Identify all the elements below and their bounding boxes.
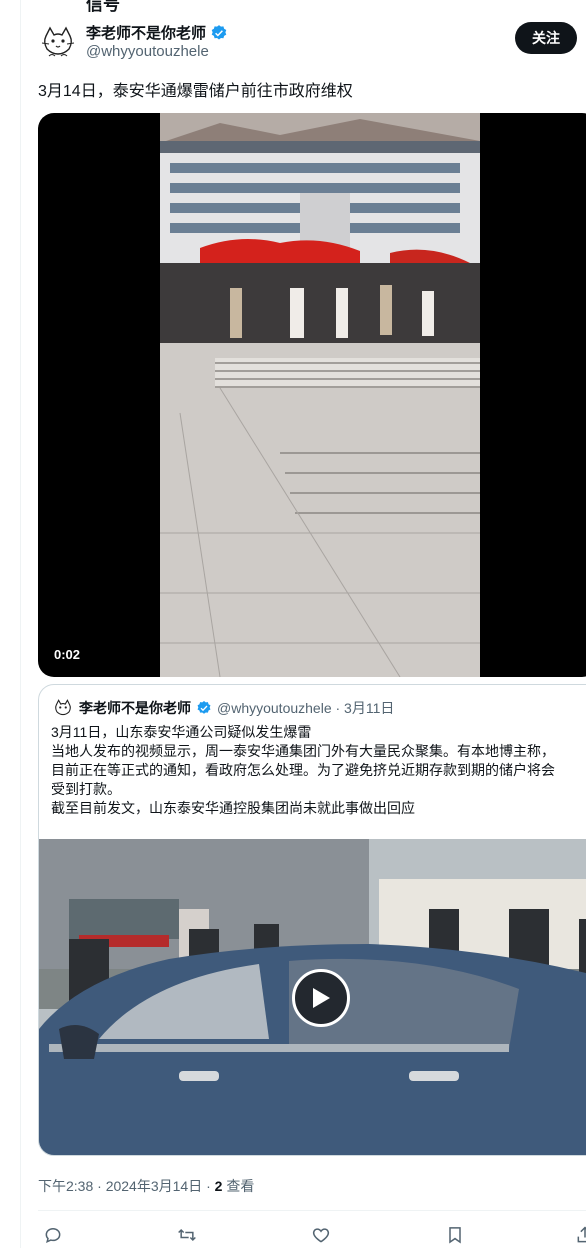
quoted-handle-date[interactable]: @whyyoutouzhele · 3月11日: [217, 698, 394, 718]
quoted-author-name[interactable]: 李老师不是你老师: [79, 698, 191, 718]
quoted-line: 3月11日，山东泰安华通公司疑似发生爆雷: [51, 724, 312, 740]
retweet-button[interactable]: [174, 1222, 200, 1248]
quoted-line: 受到打款。: [51, 781, 121, 797]
share-button[interactable]: [572, 1222, 586, 1248]
cat-avatar-icon: [38, 22, 78, 62]
quoted-avatar[interactable]: [52, 697, 74, 719]
video-timestamp: 0:02: [48, 645, 87, 664]
play-icon: [313, 988, 330, 1008]
author-name-row[interactable]: 李老师不是你老师: [86, 22, 228, 43]
timeline-divider: [20, 0, 21, 1248]
bookmark-icon: [449, 1227, 461, 1244]
tweet-time-date[interactable]: 下午2:38 · 2024年3月14日 ·: [38, 1178, 215, 1194]
tweet-video[interactable]: 0:02: [38, 113, 586, 677]
quoted-text: 3月11日，山东泰安华通公司疑似发生爆雷 当地人发布的视频显示，周一泰安华通集团…: [51, 723, 586, 818]
quoted-video[interactable]: [39, 839, 586, 1155]
cat-avatar-icon: [52, 697, 74, 719]
share-icon: [577, 1226, 586, 1243]
tweet-meta: 下午2:38 · 2024年3月14日 · 2 查看: [38, 1176, 254, 1196]
verified-badge-icon: [197, 701, 211, 714]
tweet-text: 3月14日，泰安华通爆雷储户前往市政府维权: [38, 83, 353, 100]
quoted-line: 目前正在等正式的通知，看政府怎么处理。为了避免挤兑近期存款到期的储户将会: [51, 762, 555, 778]
heart-icon: [312, 1228, 330, 1243]
like-button[interactable]: [308, 1222, 334, 1248]
retweet-icon: [178, 1228, 196, 1242]
quoted-tweet[interactable]: 李老师不是你老师 @whyyoutouzhele · 3月11日 3月11日，山…: [38, 684, 586, 1156]
play-button[interactable]: [292, 969, 350, 1027]
verified-badge-icon: [211, 24, 227, 40]
follow-button[interactable]: 关注: [515, 22, 577, 54]
author-avatar[interactable]: [38, 22, 78, 62]
author-handle[interactable]: @whyyoutouzhele: [86, 43, 209, 60]
views-label: 查看: [222, 1178, 255, 1194]
quoted-header[interactable]: 李老师不是你老师 @whyyoutouzhele · 3月11日: [52, 697, 394, 719]
bookmark-button[interactable]: [442, 1222, 468, 1248]
video-frame: [160, 113, 480, 677]
quoted-line: 当地人发布的视频显示，周一泰安华通集团门外有大量民众聚集。有本地博主称，: [51, 743, 555, 759]
action-bar: [38, 1222, 586, 1248]
author-name[interactable]: 李老师不是你老师: [86, 22, 206, 43]
reply-icon: [45, 1227, 61, 1243]
reply-button[interactable]: [40, 1222, 66, 1248]
quoted-line: 截至目前发文，山东泰安华通控股集团尚未就此事做出回应: [51, 800, 415, 816]
divider: [38, 1210, 586, 1211]
previous-tweet-fragment: 信号: [86, 0, 120, 14]
